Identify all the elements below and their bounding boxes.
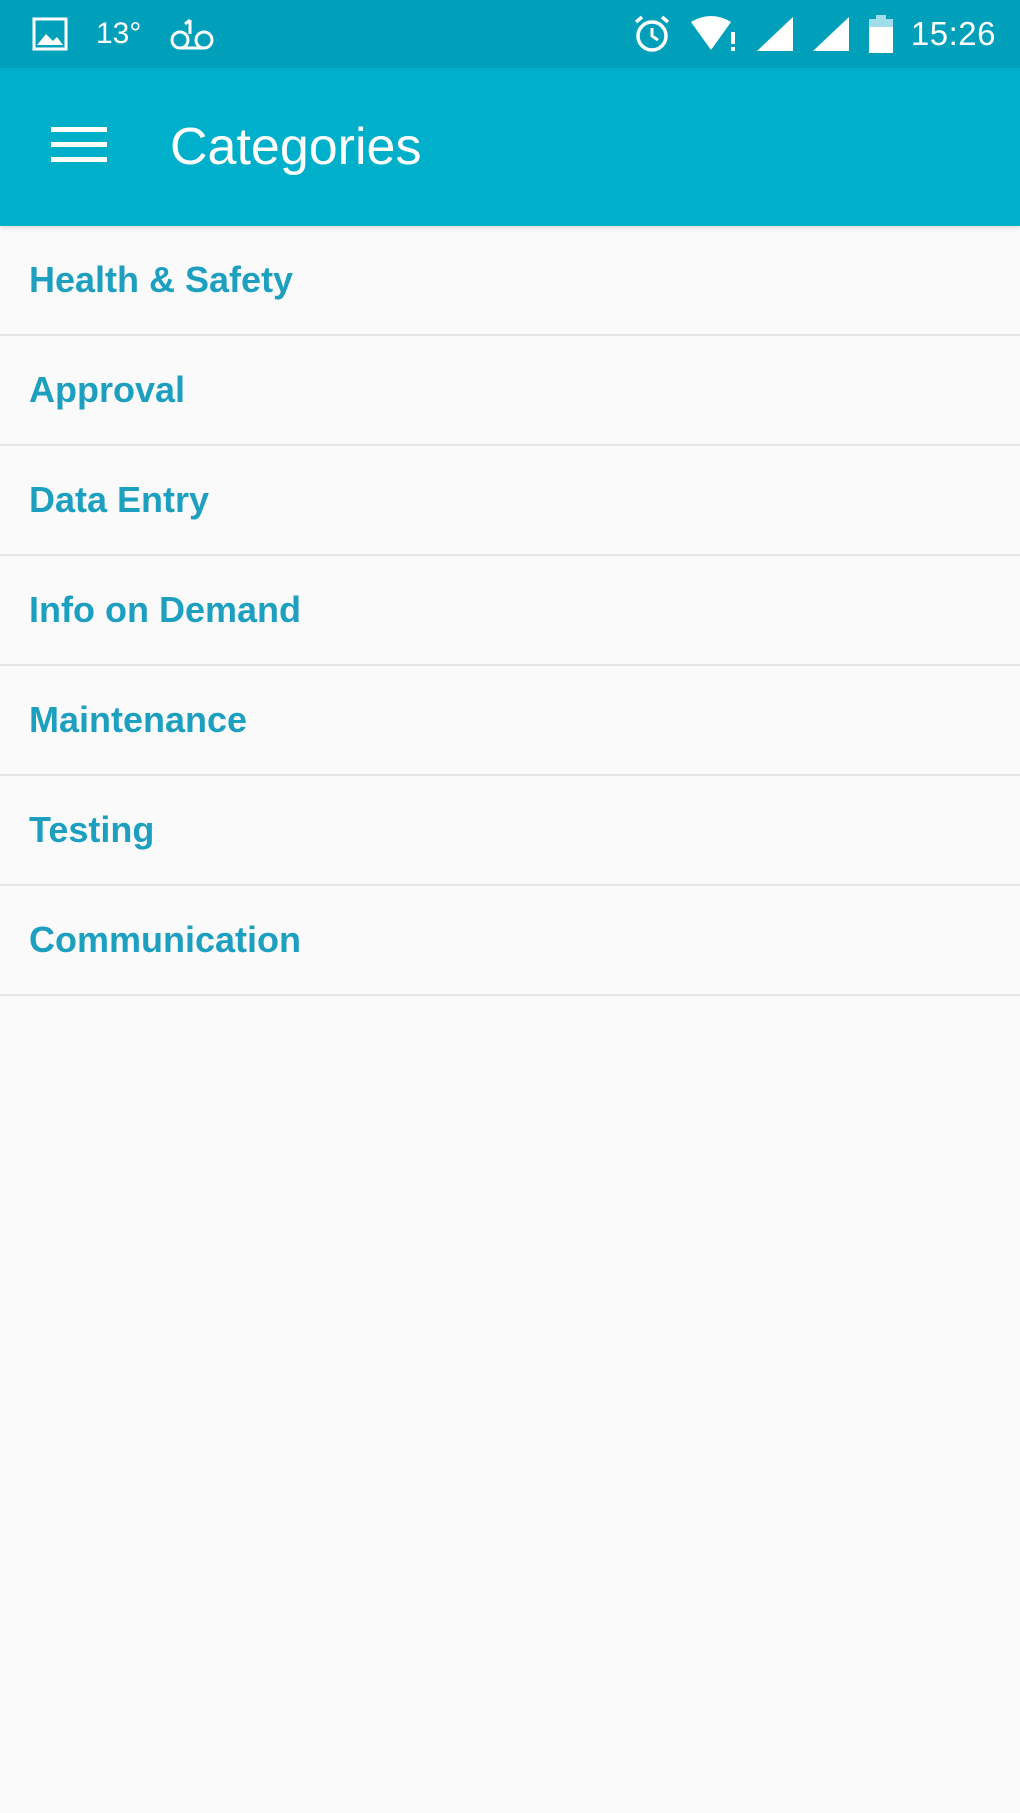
alarm-icon [631,13,673,55]
list-item-label: Health & Safety [29,259,294,300]
app-bar: Categories [0,68,1020,226]
status-right-group: 15:26 [631,0,996,68]
status-left-group: 13° [32,0,215,68]
list-item-label: Approval [29,369,186,410]
menu-button[interactable] [40,112,118,182]
list-item-approval[interactable]: Approval [0,336,1020,446]
clock-text: 15:26 [910,15,996,52]
list-item-label: Maintenance [29,699,248,740]
signal-icon [811,15,851,53]
list-item-info-on-demand[interactable]: Info on Demand [0,556,1020,666]
list-item-communication[interactable]: Communication [0,886,1020,996]
wifi-icon [689,14,739,54]
category-list: Health & Safety Approval Data Entry Info… [0,226,1020,996]
list-item-testing[interactable]: Testing [0,776,1020,886]
list-item-label: Communication [29,919,302,960]
page-title: Categories [170,118,422,176]
signal-icon [755,15,795,53]
status-bar: 13° 15:26 [0,0,1020,68]
gallery-icon [32,17,68,51]
list-item-health-safety[interactable]: Health & Safety [0,226,1020,336]
voicemail-icon [169,16,215,52]
list-item-label: Testing [29,809,155,850]
hamburger-menu-icon [51,125,107,170]
list-item-label: Data Entry [29,479,210,520]
list-item-label: Info on Demand [29,589,301,630]
list-item-maintenance[interactable]: Maintenance [0,666,1020,776]
temperature-text: 13° [96,17,142,50]
list-item-data-entry[interactable]: Data Entry [0,446,1020,556]
battery-icon [867,14,895,54]
